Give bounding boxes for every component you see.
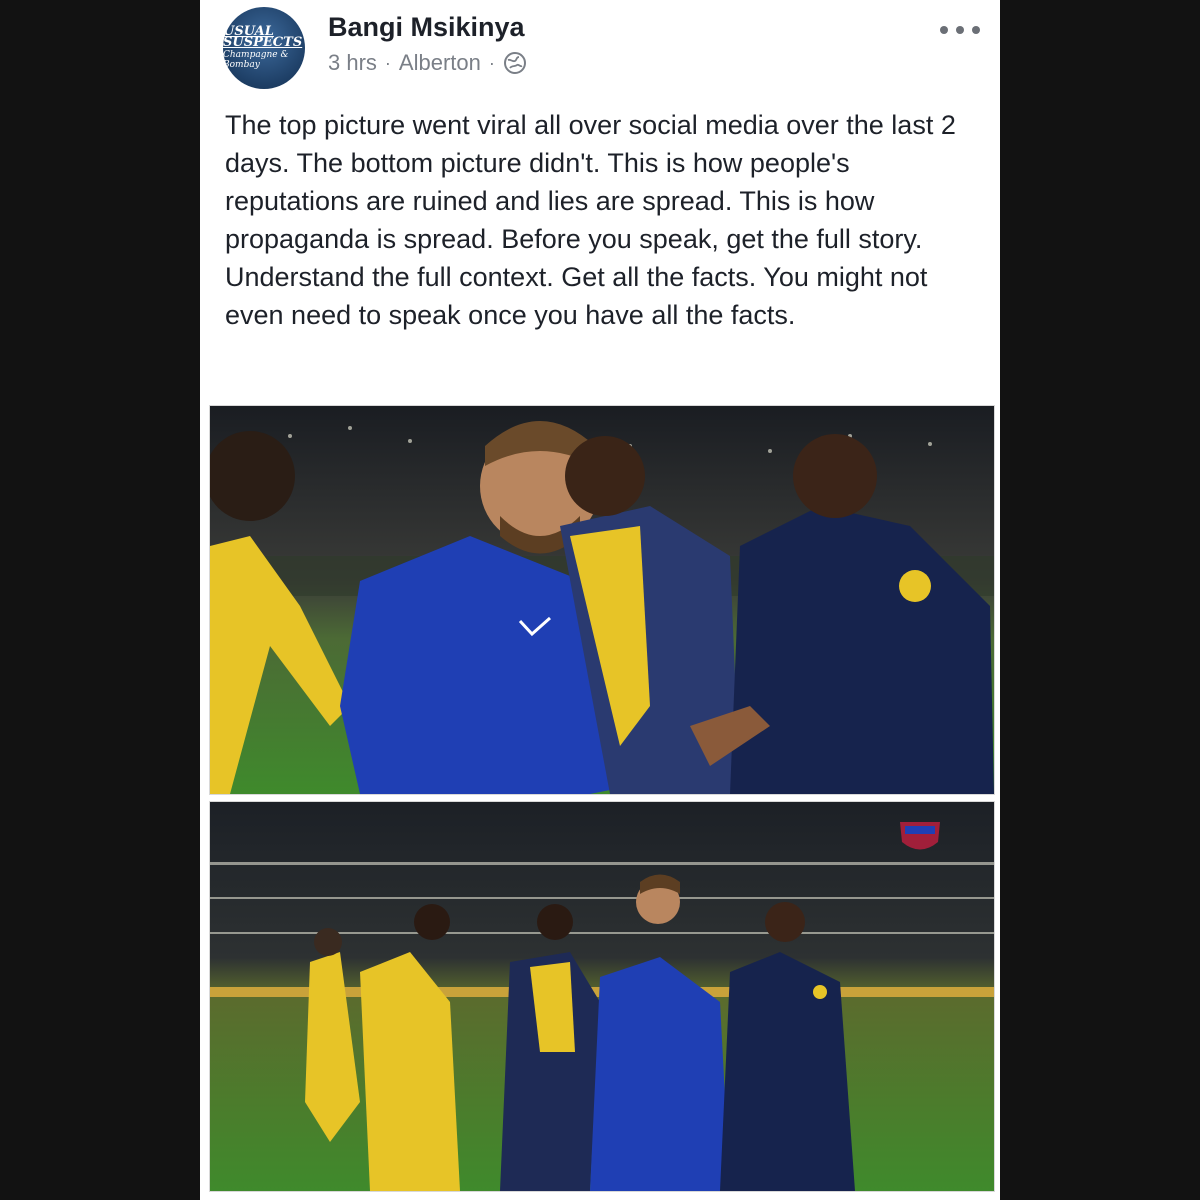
post-timestamp[interactable]: 3 hrs <box>328 50 377 76</box>
post-text: The top picture went viral all over soci… <box>225 110 956 330</box>
post-location[interactable]: Alberton <box>399 50 481 76</box>
avatar-line-2: Champagne & Bombay <box>223 50 289 70</box>
facebook-post-card: USUAL SUSPECTS Champagne & Bombay Bangi … <box>200 0 1000 1200</box>
globe-icon[interactable] <box>503 51 527 75</box>
author-avatar[interactable]: USUAL SUSPECTS Champagne & Bombay <box>223 7 305 89</box>
post-photo-top[interactable] <box>209 405 995 795</box>
post-header: USUAL SUSPECTS Champagne & Bombay Bangi … <box>200 0 1000 95</box>
author-name[interactable]: Bangi Msikinya <box>328 12 525 43</box>
meta-separator: · <box>488 52 495 73</box>
post-photo-bottom[interactable] <box>209 801 995 1192</box>
post-meta: 3 hrs · Alberton · <box>328 50 527 76</box>
meta-separator: · <box>384 52 391 73</box>
avatar-line-1: USUAL SUSPECTS <box>223 24 303 50</box>
more-options-icon[interactable] <box>940 18 980 42</box>
